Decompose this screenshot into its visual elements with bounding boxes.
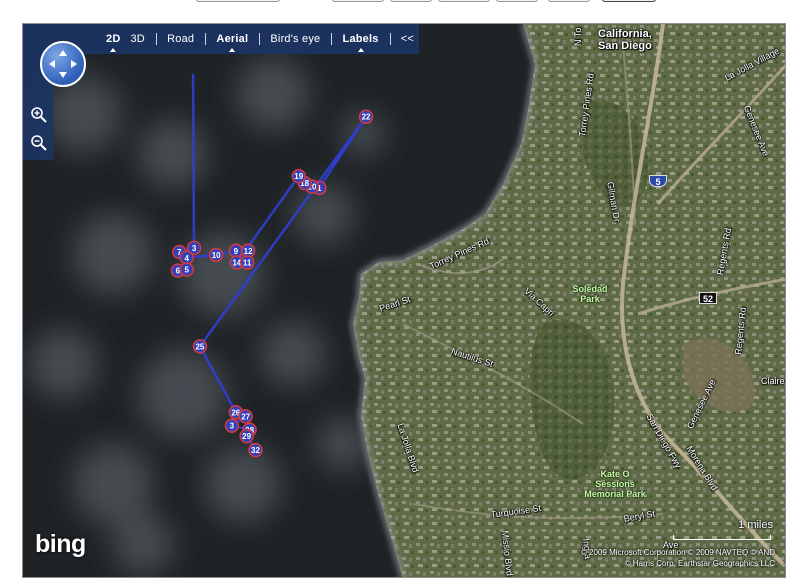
page-control-stub[interactable] [496,0,538,2]
waypoint-marker[interactable]: 25 [192,339,208,354]
collapse-toolbar-button[interactable]: << [396,24,419,54]
road-label: Claire [761,376,785,386]
waypoint-number: 32 [251,446,260,455]
zoom-in-icon[interactable] [30,106,48,124]
road-view-button[interactable]: Road [162,24,199,54]
page-control-stub[interactable] [332,0,384,2]
waypoint-number: 5 [184,265,189,274]
waypoint-marker[interactable]: 22 [358,109,374,124]
page-control-stub[interactable] [196,0,280,2]
copyright-notice: © 2009 Microsoft Corporation © 2009 NAVT… [580,548,775,568]
interstate-shield: 5 [649,175,667,187]
map-viewport[interactable]: 221201819374109121411652526273282932 Cal… [22,23,786,578]
waypoint-number: 4 [184,254,189,263]
waypoint-number: 19 [294,172,303,181]
scale-label: 1 miles [738,519,773,531]
state-route-shield: 52 [699,292,717,304]
waypoint-marker[interactable]: 27 [238,409,253,424]
page-control-stub[interactable] [548,0,590,2]
labels-toggle-button[interactable]: Labels [338,24,384,54]
page-control-stub[interactable] [390,0,432,2]
birds-eye-view-button[interactable]: Bird's eye [265,24,325,54]
view-3d-button[interactable]: 3D [125,24,149,54]
waypoint-number: 27 [241,412,250,421]
zoom-out-icon[interactable] [30,134,48,152]
page-control-stub[interactable] [438,0,490,2]
view-2d-button[interactable]: 2D [101,24,125,54]
place-title: California, San Diego [598,28,652,52]
waypoint-marker[interactable]: 32 [248,442,263,458]
aerial-view-button[interactable]: Aerial [211,24,253,54]
page-control-stub[interactable] [602,0,656,2]
scale-bar [673,535,771,540]
waypoint-marker[interactable]: 10 [208,247,224,263]
waypoint-number: 9 [234,247,239,256]
pan-control-icon[interactable] [40,41,86,87]
waypoint-number: 3 [192,244,197,253]
waypoint-number: 11 [243,258,252,267]
bing-logo: bing [35,530,86,558]
waypoint-number: 3 [230,422,235,431]
waypoint-number: 25 [195,342,204,351]
park-label: Soledad Park [572,284,608,304]
waypoint-marker[interactable]: 3 [224,418,240,433]
road-label: N To [573,27,583,46]
waypoint-number: 12 [244,247,253,256]
waypoint-number: 29 [242,432,251,441]
waypoint-marker[interactable]: 11 [239,255,255,270]
waypoint-marker[interactable]: 29 [239,428,254,444]
waypoint-marker[interactable]: 5 [179,262,194,277]
waypoint-number: 10 [212,251,221,260]
park-label: Kate O Sessions Memorial Park [584,469,646,499]
waypoint-marker[interactable]: 19 [291,168,306,184]
waypoint-number: 22 [362,113,371,122]
